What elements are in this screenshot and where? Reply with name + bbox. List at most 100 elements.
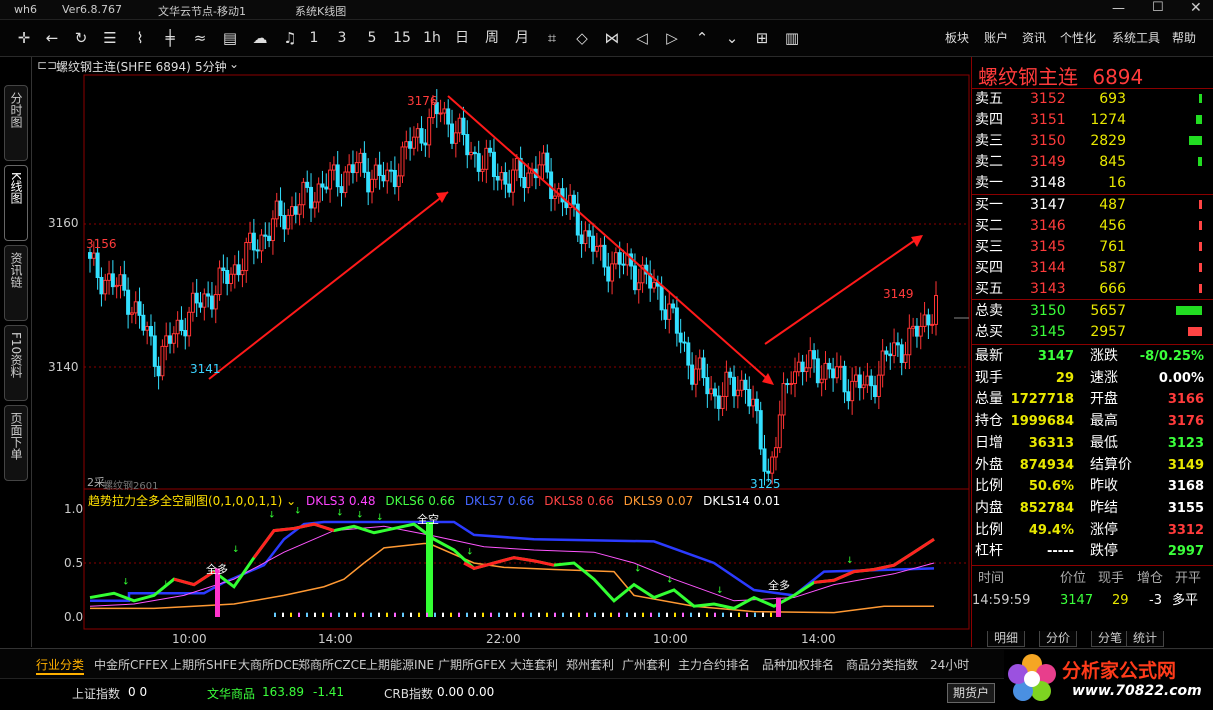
menu-help[interactable]: 帮助 — [1172, 27, 1196, 49]
market-tab[interactable]: 大商所DCE — [238, 656, 299, 673]
back-icon[interactable]: ← — [41, 27, 63, 49]
market-tab[interactable]: 品种加权排名 — [762, 656, 834, 673]
market-tab[interactable]: 郑州套利 — [566, 656, 614, 673]
candle-body — [293, 206, 298, 215]
maximize-icon[interactable]: ☐ — [1152, 0, 1164, 15]
arrow-down-icon: ↓ — [376, 513, 384, 523]
chevron-down-icon[interactable]: ⌄ — [229, 57, 239, 71]
total-sell-volume-bar — [1176, 306, 1202, 315]
market-tab[interactable]: 上期所SHFE — [170, 656, 237, 673]
market-tab[interactable]: 商品分类指数 — [846, 656, 918, 673]
market-tab[interactable]: 上期能源INE — [366, 656, 434, 673]
layout-icon[interactable]: ▥ — [781, 27, 803, 49]
tab-kline[interactable]: K线图 — [4, 165, 28, 241]
chart-period[interactable]: 5分钟 — [195, 58, 227, 75]
tab-order[interactable]: 页面下单 — [4, 405, 28, 481]
zoom-in-icon[interactable]: ⌃ — [691, 27, 713, 49]
market-tab[interactable]: 中金所CFFEX — [94, 656, 168, 673]
left-icon[interactable]: ◁ — [631, 27, 653, 49]
tab-intraday[interactable]: 分时图 — [4, 85, 28, 161]
period-month[interactable]: 月 — [511, 27, 533, 49]
tab-stats[interactable]: 统计 — [1126, 631, 1164, 647]
alert-bell-icon[interactable]: ♫ — [279, 27, 301, 49]
indicator-icon[interactable]: ≈ — [189, 27, 211, 49]
chart-area[interactable]: ↓ ↓↓↓ ↓ ↓ ↓ ↓↓↓↓↓↓ — [34, 57, 970, 647]
candle-body — [229, 273, 233, 284]
candle-body — [671, 303, 676, 309]
tick-row[interactable]: 14:59:59 3147 29 -3 多平 — [972, 590, 1213, 611]
stat-label: 涨停 — [1090, 521, 1118, 538]
ask-row[interactable]: 卖五 3152 693 — [972, 89, 1213, 110]
line-chart-icon[interactable]: ⌇ — [129, 27, 151, 49]
candle-body — [770, 456, 775, 474]
market-tab[interactable]: 主力合约排名 — [678, 656, 750, 673]
ask-row[interactable]: 卖三 3150 2829 — [972, 131, 1213, 152]
ask-row[interactable]: 卖四 3151 1274 — [972, 110, 1213, 131]
total-sell-row[interactable]: 总卖 3150 5657 — [972, 301, 1213, 322]
tab-price-dist[interactable]: 分价 — [1039, 631, 1077, 647]
custom-period-icon[interactable]: ⌗ — [541, 27, 563, 49]
close-icon[interactable]: ✕ — [1190, 0, 1202, 16]
candle-body — [377, 164, 382, 176]
period-week[interactable]: 周 — [481, 27, 503, 49]
period-day[interactable]: 日 — [451, 27, 473, 49]
stat-row: 比例 50.6% 昨收 3168 — [972, 476, 1213, 497]
right-icon[interactable]: ▷ — [661, 27, 683, 49]
crosshair-icon[interactable]: ✛ — [13, 27, 35, 49]
zero-tick — [682, 612, 684, 617]
quote-code: 6894 — [1092, 65, 1144, 89]
menu-account[interactable]: 账户 — [984, 27, 1008, 49]
market-tab[interactable]: 广期所GFEX — [438, 656, 506, 673]
period-15[interactable]: 15 — [391, 27, 413, 49]
period-5[interactable]: 5 — [361, 27, 383, 49]
tab-news-chain[interactable]: 资讯链 — [4, 245, 28, 321]
fit-icon[interactable]: ⊞ — [751, 27, 773, 49]
ask-row[interactable]: 卖二 3149 845 — [972, 152, 1213, 173]
panel-icon[interactable]: ▤ — [219, 27, 241, 49]
cloud-icon[interactable]: ☁ — [249, 27, 271, 49]
market-tab[interactable]: 郑商所CZCE — [298, 656, 367, 673]
bid-row[interactable]: 买二 3146 456 — [972, 216, 1213, 237]
menu-news[interactable]: 资讯 — [1022, 27, 1046, 49]
period-1[interactable]: 1 — [303, 27, 325, 49]
futures-account-button[interactable]: 期货户 — [947, 683, 995, 703]
list-icon[interactable]: ☰ — [99, 27, 121, 49]
menu-personalize[interactable]: 个性化 — [1060, 27, 1096, 49]
zero-tick — [650, 612, 652, 617]
tab-ticks[interactable]: 分笔 — [1091, 631, 1129, 647]
candle-body — [834, 366, 839, 379]
market-tab[interactable]: 大连套利 — [510, 656, 558, 673]
candle-body — [659, 285, 664, 311]
bid-row[interactable]: 买三 3145 761 — [972, 237, 1213, 258]
menu-sector[interactable]: 板块 — [945, 27, 969, 49]
bid-row[interactable]: 买四 3144 587 — [972, 258, 1213, 279]
market-tab[interactable]: 24小时 — [930, 656, 969, 673]
bid-row[interactable]: 买一 3147 487 — [972, 195, 1213, 216]
quote-name: 螺纹钢主连 — [978, 65, 1078, 89]
chevron-down-icon[interactable]: ⌄ — [286, 494, 296, 508]
market-tab[interactable]: 广州套利 — [622, 656, 670, 673]
indicator-name[interactable]: 趋势拉力全多全空副图(0,1,0,0,1,1) — [88, 494, 282, 508]
ask-row[interactable]: 卖一 3148 16 — [972, 173, 1213, 194]
chart-menu-icon[interactable]: ⊏⊐ — [37, 58, 57, 72]
candle-body — [663, 309, 668, 320]
bid-volume: 666 — [1099, 281, 1126, 297]
refresh-icon[interactable]: ↻ — [70, 27, 92, 49]
market-tab[interactable]: 行业分类 — [36, 656, 85, 675]
minimize-icon[interactable]: — — [1112, 1, 1125, 16]
menu-tools[interactable]: 系统工具 — [1112, 27, 1160, 49]
period-1h[interactable]: 1h — [421, 27, 443, 49]
zoom-out-icon[interactable]: ⌄ — [721, 27, 743, 49]
candle-body — [617, 252, 622, 265]
period-3[interactable]: 3 — [331, 27, 353, 49]
tab-detail[interactable]: 明细 — [987, 631, 1025, 647]
tab-f10[interactable]: F10资料 — [4, 325, 28, 401]
total-buy-row[interactable]: 总买 3145 2957 — [972, 322, 1213, 343]
shrink-icon[interactable]: ⋈ — [601, 27, 623, 49]
expand-icon[interactable]: ◇ — [571, 27, 593, 49]
candle-body — [686, 342, 691, 366]
kline-icon[interactable]: ╪ — [159, 27, 181, 49]
candle-body — [480, 168, 485, 172]
candle-body — [469, 151, 474, 156]
bid-row[interactable]: 买五 3143 666 — [972, 279, 1213, 300]
